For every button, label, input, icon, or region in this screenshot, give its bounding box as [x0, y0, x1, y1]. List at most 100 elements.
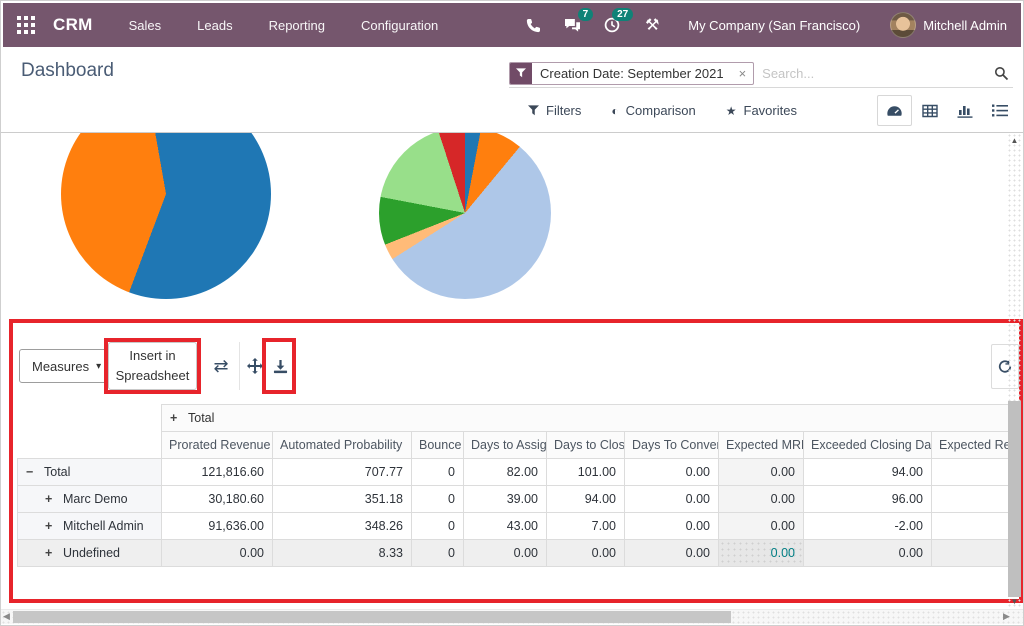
navbar-right: 7 27 ⚒ My Company (San Francisco) Mitche… [522, 12, 1007, 38]
cell[interactable]: 94.00 [804, 459, 932, 486]
cell[interactable]: 0.00 [625, 513, 719, 540]
cell[interactable]: 0.00 [625, 459, 719, 486]
view-list-button[interactable] [982, 95, 1017, 126]
view-switcher [877, 95, 1017, 126]
col-days-to-close[interactable]: Days to Close [547, 432, 625, 459]
comparison-button[interactable]: ◐ Comparison [611, 103, 695, 118]
pivot-row-marc-demo: +Marc Demo 30,180.60 351.18 0 39.00 94.0… [18, 486, 1010, 513]
cell[interactable]: 0.00 [162, 540, 273, 567]
horizontal-scrollbar-thumb[interactable] [13, 611, 731, 623]
cell[interactable]: 0.00 [625, 540, 719, 567]
cell[interactable]: 0 [412, 513, 464, 540]
pie-chart-right[interactable] [379, 133, 551, 299]
flip-axis-button[interactable]: ⇄ [203, 342, 239, 390]
menu-sales[interactable]: Sales [129, 18, 162, 33]
cell[interactable]: 96.00 [804, 486, 932, 513]
collapse-minus-icon[interactable]: − [26, 465, 38, 479]
facet-remove-icon[interactable]: × [732, 63, 754, 84]
user-menu[interactable]: Mitchell Admin [890, 12, 1007, 38]
cell[interactable]: 707.77 [273, 459, 412, 486]
cell[interactable]: 121,816.60 [162, 459, 273, 486]
cell[interactable]: 82.00 [464, 459, 547, 486]
cell-highlighted[interactable]: 0.00 [719, 540, 804, 567]
pivot-row-total: −Total 121,816.60 707.77 0 82.00 101.00 … [18, 459, 1010, 486]
pivot-group-header-row: +Total [18, 405, 1010, 432]
cell[interactable]: 0.00 [625, 486, 719, 513]
filter-facet-icon [510, 63, 532, 84]
col-expected-mrr[interactable]: Expected MRR [719, 432, 804, 459]
cell[interactable]: 101.00 [547, 459, 625, 486]
view-graph-button[interactable] [947, 95, 982, 126]
cell[interactable]: 94.00 [547, 486, 625, 513]
cell[interactable]: 30,180.60 [162, 486, 273, 513]
pivot-measures-header-row: Prorated Revenue Automated Probability B… [18, 432, 1010, 459]
filters-button[interactable]: Filters [528, 103, 581, 118]
phone-icon[interactable] [522, 16, 542, 34]
cell[interactable]: 0.00 [547, 540, 625, 567]
row-header-total[interactable]: −Total [18, 459, 162, 486]
cell[interactable]: 7.00 [547, 513, 625, 540]
cell[interactable]: 0.00 [719, 459, 804, 486]
row-header-marc-demo[interactable]: +Marc Demo [18, 486, 162, 513]
search-icon[interactable] [994, 66, 1009, 81]
cell[interactable]: 39.00 [464, 486, 547, 513]
scroll-down-arrow[interactable]: ▼ [1007, 595, 1022, 608]
cell-empty [932, 486, 1010, 513]
view-dashboard-button[interactable] [877, 95, 912, 126]
pivot-row-undefined: +Undefined 0.00 8.33 0 0.00 0.00 0.00 0.… [18, 540, 1010, 567]
download-icon [273, 359, 288, 374]
scroll-right-arrow[interactable]: ▶ [1003, 611, 1010, 622]
col-bounce[interactable]: Bounce [412, 432, 464, 459]
pivot-column-group-total[interactable]: +Total [162, 405, 1010, 432]
app-brand[interactable]: CRM [53, 15, 93, 35]
activities-count-badge: 27 [612, 8, 633, 21]
col-days-to-convert[interactable]: Days To Convert [625, 432, 719, 459]
view-pivot-button[interactable] [912, 95, 947, 126]
cell[interactable]: 0.00 [719, 513, 804, 540]
cell[interactable]: -2.00 [804, 513, 932, 540]
menu-leads[interactable]: Leads [197, 18, 232, 33]
expand-plus-icon[interactable]: + [170, 411, 182, 425]
user-avatar [890, 12, 916, 38]
cell-empty [932, 513, 1010, 540]
cell[interactable]: 0 [412, 540, 464, 567]
cell[interactable]: 351.18 [273, 486, 412, 513]
col-automated-probability[interactable]: Automated Probability [273, 432, 412, 459]
row-header-undefined[interactable]: +Undefined [18, 540, 162, 567]
col-exceeded-closing-days[interactable]: Exceeded Closing Days [804, 432, 932, 459]
download-button[interactable] [267, 342, 293, 390]
search-facet[interactable]: Creation Date: September 2021 × [509, 62, 754, 85]
scroll-left-arrow[interactable]: ◀ [3, 611, 10, 622]
cell[interactable]: 0 [412, 486, 464, 513]
menu-configuration[interactable]: Configuration [361, 18, 438, 33]
measures-button[interactable]: Measures ▾ [19, 349, 114, 383]
expand-plus-icon[interactable]: + [45, 519, 57, 533]
cell[interactable]: 0.00 [804, 540, 932, 567]
apps-grid-icon[interactable] [17, 15, 37, 35]
row-header-mitchell-admin[interactable]: +Mitchell Admin [18, 513, 162, 540]
messages-icon[interactable]: 7 [562, 16, 582, 34]
expand-plus-icon[interactable]: + [45, 546, 57, 560]
cell[interactable]: 0 [412, 459, 464, 486]
chevron-down-icon: ▾ [96, 361, 101, 372]
menu-reporting[interactable]: Reporting [269, 18, 325, 33]
pie-chart-left[interactable] [61, 133, 271, 299]
col-expected-revenue[interactable]: Expected Revenue [932, 432, 1010, 459]
insert-in-spreadsheet-button[interactable]: Insert in Spreadsheet [108, 342, 197, 390]
search-input[interactable] [762, 66, 994, 81]
cell[interactable]: 0.00 [464, 540, 547, 567]
cell[interactable]: 348.26 [273, 513, 412, 540]
cell[interactable]: 8.33 [273, 540, 412, 567]
col-prorated-revenue[interactable]: Prorated Revenue [162, 432, 273, 459]
cell[interactable]: 43.00 [464, 513, 547, 540]
activities-clock-icon[interactable]: 27 [602, 16, 622, 34]
vertical-scrollbar-thumb[interactable] [1008, 401, 1021, 597]
cell[interactable]: 0.00 [719, 486, 804, 513]
scroll-up-arrow[interactable]: ▲ [1007, 134, 1022, 147]
tools-icon[interactable]: ⚒ [642, 16, 662, 34]
expand-plus-icon[interactable]: + [45, 492, 57, 506]
cell[interactable]: 91,636.00 [162, 513, 273, 540]
company-switcher[interactable]: My Company (San Francisco) [688, 18, 860, 33]
favorites-button[interactable]: ★ Favorites [726, 103, 797, 118]
col-days-to-assign[interactable]: Days to Assign [464, 432, 547, 459]
